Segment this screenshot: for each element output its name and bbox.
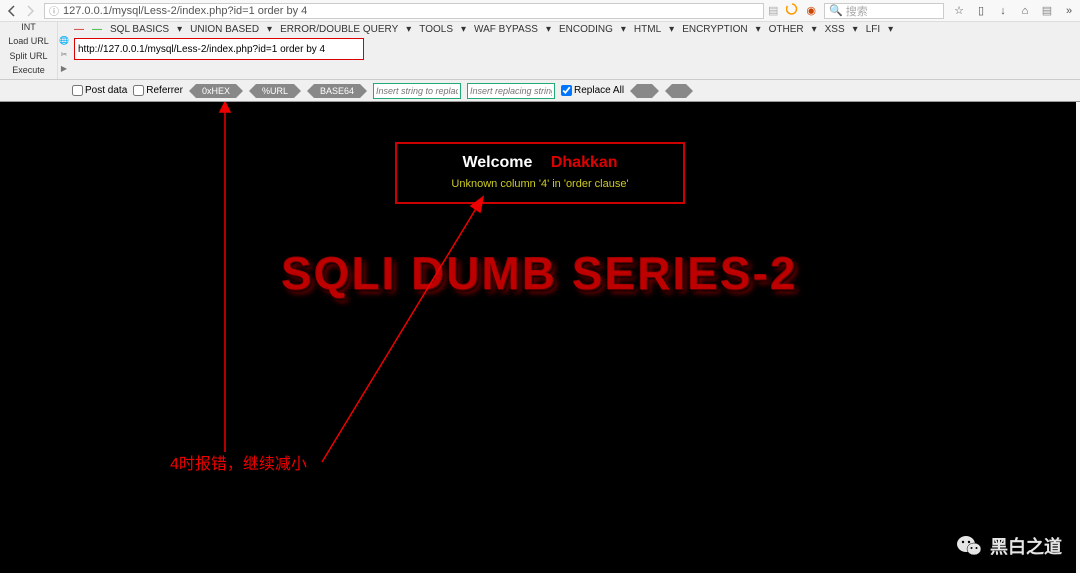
replace-all-checkbox[interactable]: Replace All <box>561 85 624 96</box>
execute-icon[interactable]: ▶ <box>58 64 70 78</box>
pocket-icon[interactable]: ▯ <box>974 4 988 18</box>
forward-button[interactable] <box>22 3 38 19</box>
menu-sql-basics[interactable]: SQL BASICS <box>110 24 169 35</box>
replace-from-input[interactable] <box>373 83 461 99</box>
hackbar-toolbar: INT Load URL Split URL Execute 🌐 ✂ ▶ — —… <box>0 22 1080 80</box>
execute-button[interactable]: Execute <box>0 65 58 79</box>
split-url-button[interactable]: Split URL <box>0 51 58 65</box>
menu-lfi[interactable]: LFI <box>866 24 880 35</box>
downloads-icon[interactable]: ↓ <box>996 4 1010 18</box>
menu-error-double[interactable]: ERROR/DOUBLE QUERY <box>280 24 398 35</box>
info-icon: ⓘ <box>49 3 59 18</box>
watermark: 黑白之道 <box>956 533 1062 559</box>
split-url-icon[interactable]: ✂ <box>58 50 70 64</box>
bookmark-star-icon[interactable]: ☆ <box>952 4 966 18</box>
encoding-row: Post data Referrer 0xHEX %URL BASE64 Rep… <box>0 80 1080 102</box>
refresh-icon[interactable] <box>786 3 798 18</box>
annotation-arrow-2 <box>0 102 1080 573</box>
menu-waf-bypass[interactable]: WAF BYPASS <box>474 24 538 35</box>
referrer-label: Referrer <box>146 85 183 96</box>
right-edge-slice <box>1076 102 1080 573</box>
replace-go-button[interactable] <box>630 84 659 98</box>
search-placeholder: 搜索 <box>846 3 868 19</box>
overflow-icon[interactable]: » <box>1062 4 1076 18</box>
wechat-icon <box>956 534 982 558</box>
load-url-button[interactable]: Load URL <box>0 36 58 50</box>
addon-icon[interactable]: ◉ <box>806 4 816 17</box>
referrer-checkbox[interactable]: Referrer <box>133 85 183 96</box>
menu-dash-green: — <box>92 24 102 35</box>
menu-html[interactable]: HTML <box>634 24 661 35</box>
menu-tools[interactable]: TOOLS <box>419 24 453 35</box>
menu-encoding[interactable]: ENCODING <box>559 24 613 35</box>
menu-other[interactable]: OTHER <box>769 24 804 35</box>
url-bar[interactable]: ⓘ 127.0.0.1/mysql/Less-2/index.php?id=1 … <box>44 3 764 19</box>
post-data-checkbox[interactable]: Post data <box>72 85 127 96</box>
hackbar-menus: — — SQL BASICS▾ UNION BASED▾ ERROR/DOUBL… <box>70 22 1080 36</box>
int-label: INT <box>0 22 58 36</box>
home-icon[interactable]: ⌂ <box>1018 4 1032 18</box>
hex-encode-button[interactable]: 0xHEX <box>189 84 243 98</box>
load-url-icon[interactable]: 🌐 <box>58 36 70 50</box>
browser-right-icons: ▤ ◉ 🔍 搜索 ☆ ▯ ↓ ⌂ ▤ » <box>768 3 1076 19</box>
page-content: Welcome Dhakkan Unknown column '4' in 'o… <box>0 102 1080 573</box>
search-box[interactable]: 🔍 搜索 <box>824 3 944 19</box>
menu-union-based[interactable]: UNION BASED <box>190 24 259 35</box>
sidebar-icon[interactable]: ▤ <box>1040 4 1054 18</box>
hackbar-url-input[interactable] <box>74 38 364 60</box>
reader-icon[interactable]: ▤ <box>768 4 778 17</box>
browser-chrome: ⓘ 127.0.0.1/mysql/Less-2/index.php?id=1 … <box>0 0 1080 22</box>
aux-icon-1[interactable] <box>58 22 70 36</box>
menu-xss[interactable]: XSS <box>825 24 845 35</box>
url-encode-button[interactable]: %URL <box>249 84 301 98</box>
menu-encryption[interactable]: ENCRYPTION <box>682 24 747 35</box>
back-button[interactable] <box>4 3 20 19</box>
url-text: 127.0.0.1/mysql/Less-2/index.php?id=1 or… <box>63 5 307 17</box>
watermark-text: 黑白之道 <box>990 533 1062 559</box>
replace-to-input[interactable] <box>467 83 555 99</box>
menu-dash-red: — <box>74 24 84 35</box>
replace-all-label: Replace All <box>574 85 624 96</box>
post-data-label: Post data <box>85 85 127 96</box>
replace-go-button-2[interactable] <box>665 84 694 98</box>
base64-encode-button[interactable]: BASE64 <box>307 84 367 98</box>
search-icon: 🔍 <box>829 4 843 17</box>
